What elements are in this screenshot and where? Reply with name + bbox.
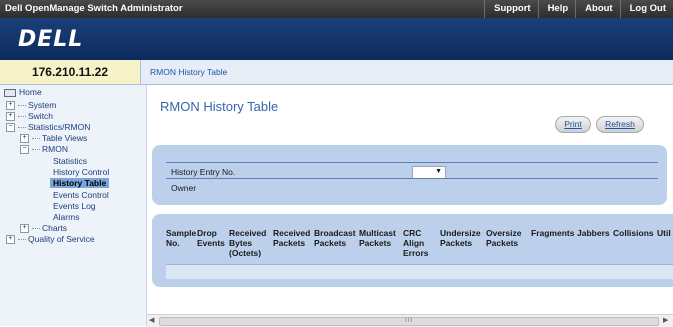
- tree-label: System: [28, 100, 57, 110]
- expand-icon[interactable]: +: [6, 112, 15, 122]
- expand-icon[interactable]: +: [6, 235, 15, 245]
- about-link[interactable]: About: [575, 0, 619, 18]
- app-title: Dell OpenManage Switch Administrator: [5, 3, 183, 14]
- dropdown-arrow-icon: ▼: [435, 168, 442, 175]
- col-utilization: Util: [657, 228, 671, 238]
- tree-events-log[interactable]: Events Log: [53, 201, 96, 211]
- col-received-packets: Received Packets: [273, 228, 311, 248]
- tree-label: RMON: [42, 144, 68, 154]
- scroll-right-icon[interactable]: ▶: [663, 316, 668, 324]
- dell-logo: DELL: [18, 27, 84, 52]
- collapse-icon[interactable]: −: [6, 123, 15, 133]
- tree-switch[interactable]: + Switch: [6, 111, 54, 122]
- expand-icon[interactable]: +: [20, 224, 29, 234]
- device-ip: 176.210.11.22: [0, 60, 141, 84]
- breadcrumb: RMON History Table: [150, 67, 228, 77]
- main-content: RMON History Table Print Refresh History…: [147, 85, 673, 327]
- expand-icon[interactable]: +: [20, 134, 29, 144]
- tree-statistics-rmon[interactable]: − Statistics/RMON: [6, 122, 91, 133]
- tree-label: Charts: [42, 223, 68, 233]
- tree-table-views[interactable]: + Table Views: [20, 133, 88, 144]
- col-drop-events: Drop Events: [197, 228, 225, 248]
- col-sample-no: Sample No.: [166, 228, 197, 248]
- page-title: RMON History Table: [160, 99, 279, 114]
- horizontal-scrollbar[interactable]: ◀ III ▶: [147, 314, 673, 327]
- tree-charts[interactable]: + Charts: [20, 223, 68, 234]
- col-broadcast-packets: Broadcast Packets: [314, 228, 356, 248]
- refresh-button[interactable]: Refresh: [596, 116, 644, 133]
- expand-icon[interactable]: +: [6, 101, 15, 111]
- scrollbar-grip: III: [405, 318, 414, 324]
- tree-events-control[interactable]: Events Control: [53, 190, 109, 200]
- address-bar: 176.210.11.22 RMON History Table: [0, 60, 673, 85]
- table-row: [166, 264, 673, 279]
- col-undersize-packets: Undersize Packets: [440, 228, 481, 248]
- tree-quality-of-service[interactable]: + Quality of Service: [6, 234, 95, 245]
- tree-label: Table Views: [42, 133, 88, 143]
- col-multicast-packets: Multicast Packets: [359, 228, 396, 248]
- scrollbar-thumb[interactable]: III: [159, 317, 659, 326]
- owner-row: Owner: [166, 181, 658, 195]
- col-jabbers: Jabbers: [577, 228, 610, 238]
- tree-label: Statistics/RMON: [28, 122, 91, 132]
- col-fragments: Fragments: [531, 228, 575, 238]
- history-table-panel: Sample No. Drop Events Received Bytes (Octet…: [152, 214, 673, 287]
- owner-label: Owner: [171, 183, 197, 193]
- history-form-panel: History Entry No. ▼ Owner: [152, 145, 667, 205]
- col-received-bytes: Received Bytes (Octets): [229, 228, 267, 258]
- help-link[interactable]: Help: [537, 0, 576, 18]
- brand-bar: DELL: [0, 18, 673, 60]
- logout-link[interactable]: Log Out: [619, 0, 673, 18]
- tree-label: Home: [19, 87, 42, 97]
- tree-system[interactable]: + System: [6, 100, 57, 111]
- support-link[interactable]: Support: [484, 0, 537, 18]
- top-links: Support Help About Log Out: [484, 0, 673, 18]
- collapse-icon[interactable]: −: [20, 145, 29, 155]
- table-header: Sample No. Drop Events Received Bytes (Octet…: [166, 228, 673, 264]
- history-entry-row: History Entry No. ▼: [166, 165, 658, 179]
- divider: [166, 162, 658, 163]
- tree-history-control[interactable]: History Control: [53, 167, 109, 177]
- folder-icon: [4, 88, 16, 97]
- print-button[interactable]: Print: [555, 116, 591, 133]
- tree-label: Quality of Service: [28, 234, 95, 244]
- tree-history-table[interactable]: History Table: [50, 178, 110, 188]
- tree-label: Switch: [28, 111, 54, 121]
- sidebar-tree: Home + System + Switch − Statistics/RMON + T…: [0, 85, 147, 326]
- tree-statistics[interactable]: Statistics: [53, 156, 87, 166]
- col-collisions: Collisions: [613, 228, 654, 238]
- col-crc-align-errors: CRC Align Errors: [403, 228, 429, 258]
- scroll-left-icon[interactable]: ◀: [149, 316, 154, 324]
- tree-home[interactable]: Home: [4, 87, 42, 97]
- col-oversize-packets: Oversize Packets: [486, 228, 522, 248]
- divider: [166, 178, 658, 179]
- tree-alarms[interactable]: Alarms: [53, 212, 79, 222]
- history-entry-label: History Entry No.: [171, 167, 236, 177]
- tree-rmon[interactable]: − RMON: [20, 144, 68, 155]
- top-bar: Dell OpenManage Switch Administrator Sup…: [0, 0, 673, 18]
